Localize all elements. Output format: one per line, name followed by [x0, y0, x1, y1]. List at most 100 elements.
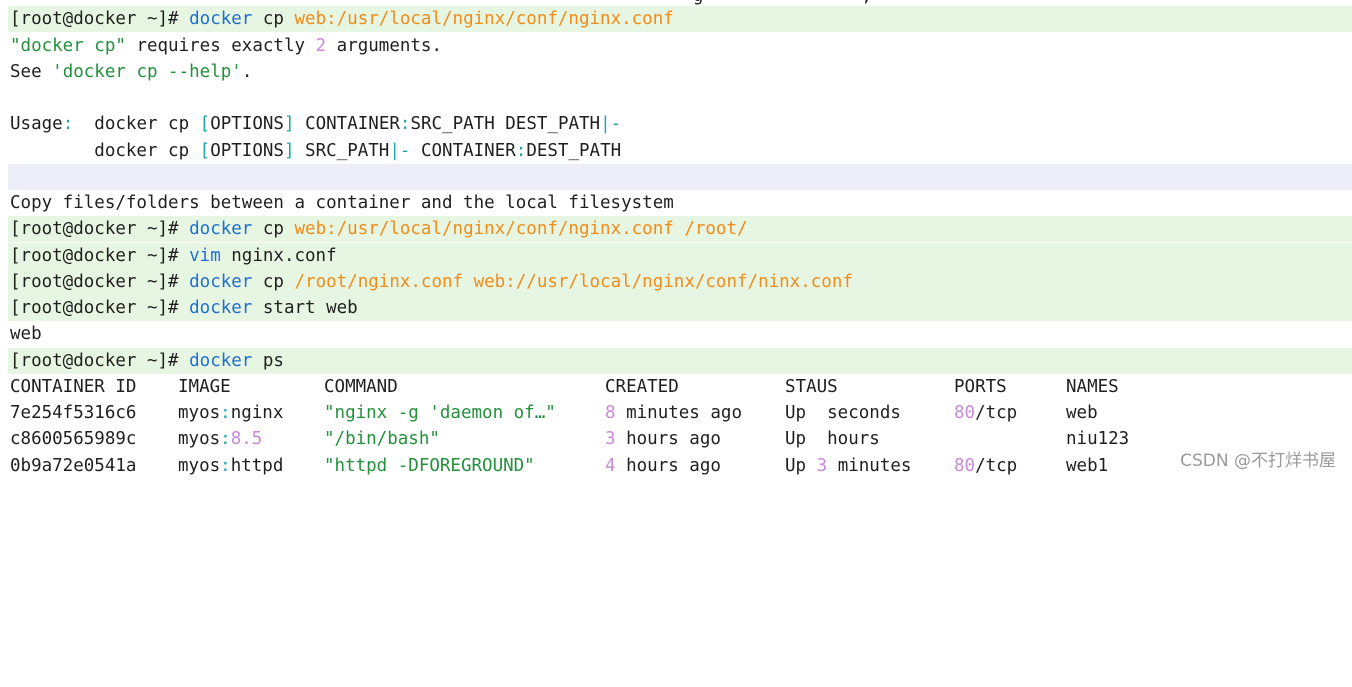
number-text: 80 [954, 403, 976, 423]
shell-prompt: [root@docker ~]# [10, 219, 190, 239]
punct: : [515, 141, 527, 161]
image-name: myos [178, 429, 221, 449]
command-name: docker [189, 219, 253, 239]
output-text: web [10, 324, 42, 344]
header-status: STAUS [785, 377, 838, 397]
image-name: myos [178, 403, 221, 423]
number-text: 3 [605, 429, 616, 449]
header-names: NAMES [1066, 377, 1119, 397]
command-name: docker [189, 298, 253, 318]
message-text: arguments. [326, 36, 443, 56]
description-text: Copy files/folders between a container a… [10, 193, 674, 213]
punct: : [220, 456, 231, 476]
command-line-docker-start: [root@docker ~]# docker start web [8, 295, 1352, 321]
status-cell: Up 3 minutes [785, 453, 911, 479]
usage-text: CONTAINER [410, 141, 516, 161]
ports-cell: 80/tcp [954, 400, 1017, 426]
usage-text: docker cp [73, 114, 200, 134]
command-path: web:/usr/local/nginx/conf/nginx.conf [294, 9, 674, 29]
usage-label: Usage [10, 114, 63, 134]
status-text: Up hours [785, 429, 880, 449]
table-row: 7e254f5316c6 myos:nginx "nginx -g 'daemo… [8, 400, 1352, 426]
command-path: web:/usr/local/nginx/conf/nginx.conf /ro… [294, 219, 748, 239]
command-arg: nginx.conf [220, 246, 337, 266]
shell-prompt: [root@docker ~]# [10, 272, 190, 292]
command-line-vim: [root@docker ~]# vim nginx.conf [8, 243, 1352, 269]
header-container-id: CONTAINER ID [10, 377, 137, 397]
usage-text: docker cp [10, 141, 200, 161]
shell-prompt: [root@docker ~]# [10, 298, 190, 318]
container-id: 7e254f5316c6 [10, 403, 137, 423]
punct: |- [389, 141, 411, 161]
image-cell: myos:httpd [178, 453, 283, 479]
ports-text: /tcp [975, 403, 1018, 423]
punct: : [399, 114, 411, 134]
usage-line-1: Usage: docker cp [OPTIONS] CONTAINER:SRC… [8, 111, 1352, 137]
number-text: 2 [315, 36, 327, 56]
image-tag: nginx [230, 403, 284, 423]
usage-text: OPTIONS [210, 114, 284, 134]
command-path: /root/nginx.conf web://usr/local/nginx/c… [294, 272, 853, 292]
status-text: minutes [827, 456, 912, 476]
number-text: 8 [605, 403, 616, 423]
command-name: docker [189, 351, 253, 371]
created-cell: 4 hours ago [605, 453, 721, 479]
name-cell: web1 [1066, 456, 1109, 476]
container-id: 0b9a72e0541a [10, 456, 137, 476]
command-arg: cp [252, 219, 295, 239]
message-text: requires exactly [125, 36, 316, 56]
help-hint: See 'docker cp --help'. [8, 59, 1352, 85]
usage-text: SRC_PATH DEST_PATH [410, 114, 601, 134]
command-arg: ps [252, 351, 284, 371]
command-line-docker-cp-back: [root@docker ~]# docker cp /root/nginx.c… [8, 269, 1352, 295]
shell-prompt: [root@docker ~]# [10, 246, 190, 266]
command-arg: start web [252, 298, 358, 318]
image-cell: myos:nginx [178, 400, 283, 426]
status-text: Up seconds [785, 403, 901, 423]
header-image: IMAGE [178, 377, 231, 397]
command-arg: cp [252, 272, 295, 292]
ps-table-header: CONTAINER ID IMAGE COMMAND CREATED STAUS… [8, 374, 1352, 400]
description-line: Copy files/folders between a container a… [8, 190, 1352, 216]
output-web: web [8, 321, 1352, 347]
command-line-docker-cp-root: [root@docker ~]# docker cp web:/usr/loca… [8, 216, 1352, 242]
image-name: myos [178, 456, 221, 476]
command-cell: "/bin/bash" [324, 429, 440, 449]
blank-line [8, 164, 1352, 190]
shell-prompt: [root@docker ~]# [10, 351, 190, 371]
number-text: 4 [605, 456, 616, 476]
status-cell: Up seconds [785, 400, 901, 426]
punct: : [62, 114, 74, 134]
command-line-docker-ps: [root@docker ~]# docker ps [8, 348, 1352, 374]
header-command: COMMAND [324, 377, 398, 397]
created-text: minutes ago [615, 403, 742, 423]
punct: [ [199, 141, 211, 161]
command-name: docker [189, 272, 253, 292]
terminal-output: g , [root@docker ~]# docker cp web:/usr/… [0, 0, 1352, 479]
created-cell: 3 hours ago [605, 426, 721, 452]
image-cell: myos:8.5 [178, 426, 262, 452]
usage-line-2: docker cp [OPTIONS] SRC_PATH|- CONTAINER… [8, 138, 1352, 164]
punct: ] [283, 114, 295, 134]
command-cell: "httpd -DFOREGROUND" [324, 456, 535, 476]
usage-text: SRC_PATH [294, 141, 390, 161]
punct: : [220, 429, 231, 449]
name-cell: niu123 [1066, 429, 1130, 449]
status-cell: Up hours [785, 426, 880, 452]
command-cell: "nginx -g 'daemon of…" [324, 403, 556, 423]
punct: [ [199, 114, 211, 134]
image-tag: 8.5 [230, 429, 263, 449]
punct: |- [600, 114, 622, 134]
header-ports: PORTS [954, 377, 1007, 397]
status-text: Up [785, 456, 817, 476]
container-id: c8600565989c [10, 429, 137, 449]
created-text: hours ago [615, 456, 721, 476]
quoted-text: "docker cp" [10, 36, 126, 56]
command-line-docker-cp: [root@docker ~]# docker cp web:/usr/loca… [8, 6, 1352, 32]
message-text: . [241, 62, 253, 82]
number-text: 80 [954, 456, 976, 476]
table-row: 0b9a72e0541a myos:httpd "httpd -DFOREGRO… [8, 453, 1352, 479]
header-created: CREATED [605, 377, 679, 397]
image-tag: httpd [230, 456, 284, 476]
table-row: c8600565989c myos:8.5 "/bin/bash" 3 hour… [8, 426, 1352, 452]
